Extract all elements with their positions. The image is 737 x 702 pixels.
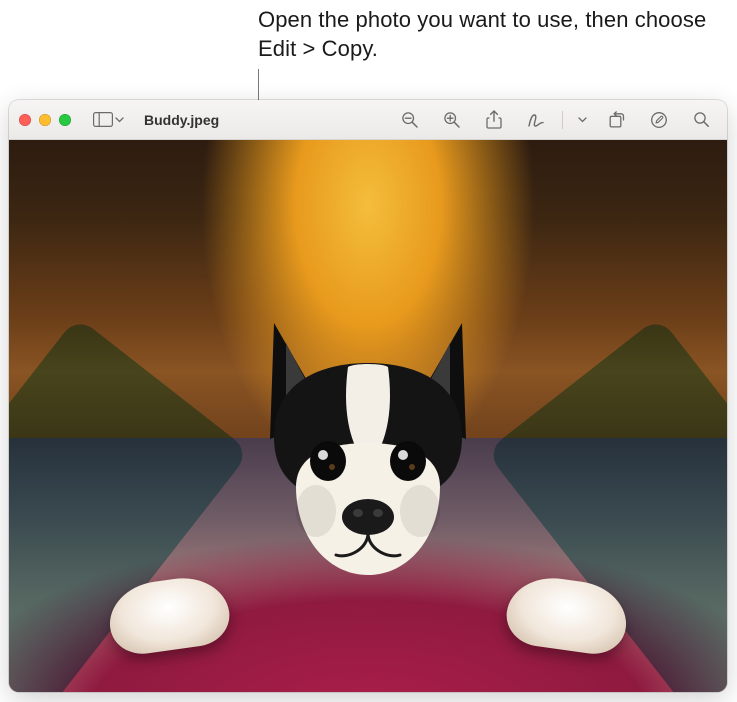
minimize-button[interactable] bbox=[39, 114, 51, 126]
sidebar-toggle-button[interactable] bbox=[87, 107, 130, 133]
edit-circle-icon bbox=[650, 111, 668, 129]
sidebar-icon bbox=[93, 112, 113, 127]
zoom-in-icon bbox=[443, 111, 461, 129]
zoom-in-button[interactable] bbox=[436, 107, 468, 133]
document-title: Buddy.jpeg bbox=[138, 112, 225, 128]
chevron-down-icon bbox=[115, 117, 124, 123]
chevron-down-icon bbox=[578, 117, 587, 123]
image-subject bbox=[178, 267, 558, 647]
search-icon bbox=[693, 111, 710, 128]
toolbar-separator bbox=[562, 111, 563, 129]
markup-icon bbox=[526, 111, 546, 129]
edit-button[interactable] bbox=[643, 107, 675, 133]
markup-menu-button[interactable] bbox=[573, 107, 591, 133]
titlebar: Buddy.jpeg bbox=[9, 100, 727, 140]
toolbar-right bbox=[394, 107, 717, 133]
callout-text: Open the photo you want to use, then cho… bbox=[258, 6, 718, 63]
share-button[interactable] bbox=[478, 107, 510, 133]
image-viewport[interactable] bbox=[9, 140, 727, 692]
zoom-out-icon bbox=[401, 111, 419, 129]
share-icon bbox=[486, 110, 502, 130]
zoom-out-button[interactable] bbox=[394, 107, 426, 133]
fullscreen-button[interactable] bbox=[59, 114, 71, 126]
search-button[interactable] bbox=[685, 107, 717, 133]
markup-button[interactable] bbox=[520, 107, 552, 133]
window-controls bbox=[19, 114, 75, 126]
rotate-button[interactable] bbox=[601, 107, 633, 133]
preview-window: Buddy.jpeg bbox=[9, 100, 727, 692]
rotate-left-icon bbox=[608, 111, 626, 129]
close-button[interactable] bbox=[19, 114, 31, 126]
